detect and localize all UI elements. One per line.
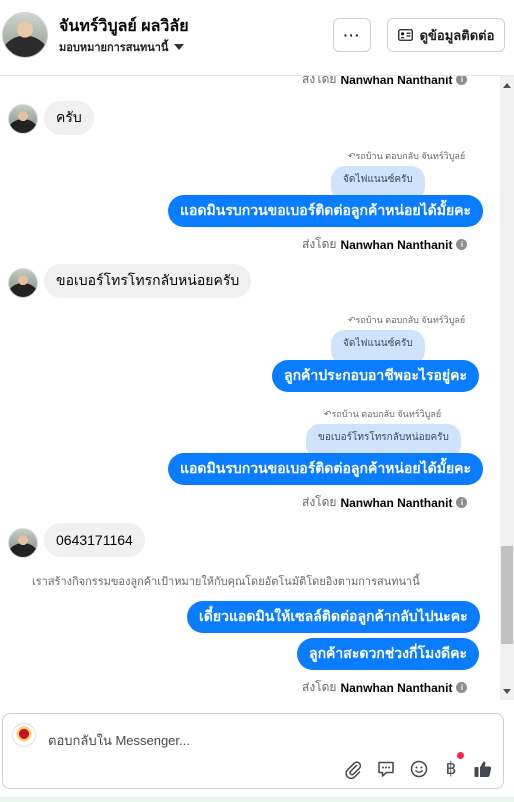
sent-by-line: ส่งโดย Nanwhan Nanthanit i — [302, 235, 468, 254]
contact-avatar[interactable] — [2, 12, 48, 58]
contact-avatar-small[interactable] — [8, 104, 38, 134]
scroll-up-arrow[interactable] — [503, 83, 511, 88]
contact-name[interactable]: จันทร์วิบูลย์ ผลวิลัย — [59, 14, 189, 39]
outgoing-message[interactable]: ลูกค้าสะดวกช่วงกี่โมงดีคะ — [297, 638, 480, 670]
more-options-button[interactable]: ··· — [333, 18, 371, 52]
outgoing-message[interactable]: ลูกค้าประกอบอาชีพอะไรอยู่คะ — [272, 360, 479, 392]
info-icon[interactable]: i — [456, 682, 468, 693]
reply-label: ↶รถบ้าน ตอบกลับ จันทร์วิบูลย์ — [324, 409, 442, 419]
message-thread[interactable]: ส่งโดย Nanwhan Nanthanit i ครับ ↶รถบ้าน … — [0, 76, 500, 700]
outgoing-message[interactable]: แอดมินรบกวนขอเบอร์ติดต่อลูกค้าหน่อยได้มั… — [168, 195, 484, 227]
info-icon[interactable]: i — [456, 497, 468, 508]
assign-label: มอบหมายการสนทนานี้ — [59, 42, 169, 54]
view-contact-info-label: ดูข้อมูลติดต่อ — [419, 27, 495, 43]
incoming-message[interactable]: ขอเบอร์โทรโทรกลับหน่อยครับ — [44, 264, 252, 298]
baht-icon[interactable]: ฿ — [440, 758, 462, 780]
view-contact-info-button[interactable]: ดูข้อมูลติดต่อ — [387, 18, 505, 52]
conversation-header: จันทร์วิบูลย์ ผลวิลัย มอบหมายการสนทนานี้… — [0, 0, 514, 76]
reply-arrow-icon: ↶ — [348, 315, 356, 325]
outgoing-message[interactable]: แอดมินรบกวนขอเบอร์ติดต่อลูกค้าหน่อยได้มั… — [168, 453, 484, 485]
reply-label: ↶รถบ้าน ตอบกลับ จันทร์วิบูลย์ — [348, 151, 466, 161]
chevron-down-icon — [174, 44, 185, 50]
reply-input[interactable]: ตอบกลับใน Messenger... — [48, 730, 190, 751]
contact-avatar-small[interactable] — [8, 268, 38, 298]
outgoing-message[interactable]: เดี๋ยวแอดมินให้เซลล์ติดต่อลูกค้ากลับไปนะ… — [187, 601, 480, 633]
sent-by-line: ส่งโดย Nanwhan Nanthanit i — [302, 76, 468, 89]
reply-composer[interactable]: ตอบกลับใน Messenger... ฿ — [2, 713, 504, 789]
system-note: เราสร้างกิจกรรมของลูกค้าเป้าหมายให้กับคุ… — [32, 576, 420, 588]
info-icon[interactable]: i — [456, 239, 468, 250]
incoming-message[interactable]: ครับ — [44, 101, 94, 135]
sent-by-line: ส่งโดย Nanwhan Nanthanit i — [302, 678, 468, 697]
thumbs-up-icon[interactable] — [472, 758, 494, 780]
bottom-strip — [0, 797, 514, 802]
reply-label: ↶รถบ้าน ตอบกลับ จันทร์วิบูลย์ — [348, 315, 466, 325]
scrollbar-thumb[interactable] — [501, 546, 513, 644]
chat-bubble-icon[interactable] — [375, 758, 397, 780]
page-avatar — [12, 723, 36, 747]
emoji-icon[interactable] — [408, 758, 430, 780]
contact-avatar-small[interactable] — [8, 528, 38, 558]
paperclip-icon[interactable] — [342, 758, 364, 780]
incoming-message[interactable]: 0643171164 — [44, 523, 145, 557]
scroll-down-arrow[interactable] — [503, 689, 511, 694]
contact-card-icon — [397, 29, 413, 41]
notification-dot — [457, 752, 464, 759]
info-icon[interactable]: i — [456, 76, 468, 85]
sent-by-line: ส่งโดย Nanwhan Nanthanit i — [302, 493, 468, 512]
assign-conversation-dropdown[interactable]: มอบหมายการสนทนานี้ — [59, 38, 185, 56]
reply-arrow-icon: ↶ — [324, 409, 332, 419]
reply-arrow-icon: ↶ — [348, 151, 356, 161]
